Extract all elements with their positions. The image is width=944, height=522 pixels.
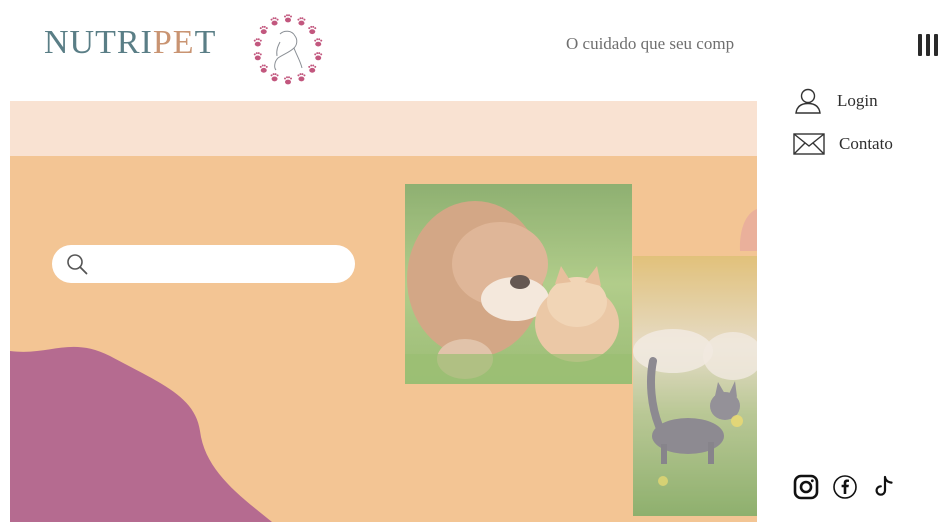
paw-print [314, 38, 323, 47]
brand-prefix: NUTRI [44, 24, 153, 61]
contact-link[interactable]: Contato [793, 133, 893, 155]
paw-print [314, 52, 323, 61]
paw-print [297, 17, 306, 26]
paw-print [270, 73, 279, 82]
search-icon [67, 254, 88, 275]
paw-print [259, 64, 268, 73]
paw-print [284, 14, 292, 23]
hamburger-menu-button[interactable] [918, 34, 944, 58]
contact-label: Contato [839, 134, 893, 153]
photo-overlay [633, 256, 757, 516]
hamburger-bar [926, 34, 930, 56]
brand-wordmark: NUTRIPET [44, 24, 216, 62]
search-bar[interactable] [52, 245, 355, 283]
paw-wreath-emblem [253, 14, 323, 85]
tagline: O cuidado que seu comp [566, 34, 735, 53]
paw-print [270, 17, 279, 26]
cat-in-meadow-photo [633, 256, 757, 516]
paw-print [259, 25, 268, 35]
hero-banner [10, 101, 757, 522]
login-link[interactable]: Login [793, 88, 878, 114]
paw-print [308, 25, 317, 35]
brand-logo[interactable]: NUTRIPET [44, 14, 323, 85]
brand-suffix: T [194, 24, 217, 61]
paw-print [253, 52, 262, 61]
paw-print [297, 73, 306, 82]
photo-overlay [405, 184, 632, 384]
paw-print [253, 38, 262, 47]
dog-and-kitten-photo [405, 184, 632, 384]
hamburger-icon [918, 34, 922, 56]
paw-print [308, 64, 317, 73]
paw-print [284, 76, 292, 85]
social-links [793, 474, 897, 500]
hamburger-bar [934, 34, 938, 56]
login-label: Login [837, 91, 878, 110]
instagram-icon[interactable] [793, 474, 819, 500]
search-input[interactable] [100, 251, 344, 279]
tiktok-icon[interactable] [871, 474, 897, 500]
mail-icon [793, 133, 825, 155]
dog-cat-lineart [274, 30, 303, 71]
facebook-icon[interactable] [832, 474, 858, 500]
brand-highlight: PE [152, 24, 195, 61]
user-icon [795, 88, 821, 114]
